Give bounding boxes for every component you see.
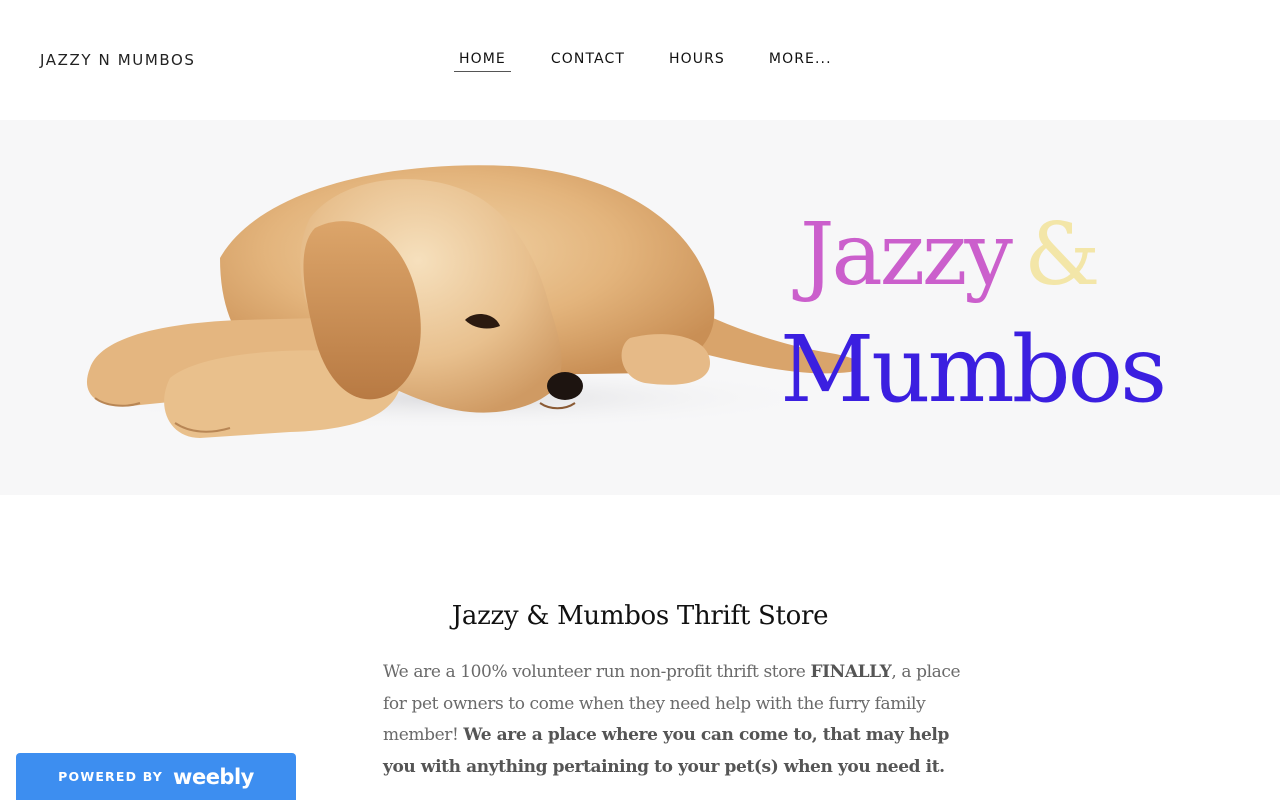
nav-home-link[interactable]: HOME (454, 50, 511, 72)
nav-more-link[interactable]: MORE... (769, 50, 832, 72)
site-header: JAZZY N MUMBOS HOME CONTACT HOURS MORE..… (0, 0, 1280, 120)
puppy-image (70, 165, 861, 438)
nav-hours-link[interactable]: HOURS (669, 50, 725, 72)
intro-text-1: We are a 100% volunteer run non-profit t… (383, 662, 811, 682)
intro-text-bold-statement: We are a place where you can come to, th… (383, 725, 949, 777)
intro-paragraph: We are a 100% volunteer run non-profit t… (383, 657, 978, 783)
nav-contact-link[interactable]: CONTACT (551, 50, 625, 72)
main-nav: HOME CONTACT HOURS MORE... (454, 50, 832, 76)
brand-title-line1: Jazzy & (800, 200, 1101, 310)
weebly-logo: weebly (173, 764, 254, 789)
page-heading: Jazzy & Mumbos Thrift Store (451, 601, 829, 631)
brand-word-jazzy: Jazzy (800, 205, 1013, 305)
powered-by-label: POWERED BY (58, 769, 164, 784)
intro-text-finally: FINALLY (810, 662, 892, 682)
site-title-link[interactable]: JAZZY N MUMBOS (40, 51, 196, 69)
hero-banner: Jazzy & Mumbos (0, 120, 1280, 495)
brand-word-mumbos: Mumbos (780, 316, 1167, 423)
brand-ampersand: & (1023, 205, 1101, 305)
powered-by-weebly-badge[interactable]: POWERED BY weebly (16, 753, 296, 800)
